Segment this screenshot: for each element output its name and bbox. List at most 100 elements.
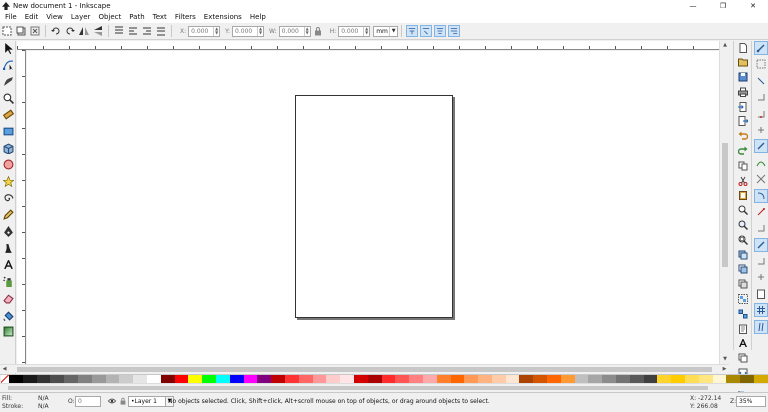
color-swatch[interactable] — [133, 375, 147, 383]
eye-icon[interactable] — [108, 397, 116, 405]
zoom-page-button[interactable] — [736, 233, 750, 246]
menu-path[interactable]: Path — [125, 13, 148, 21]
drawing-canvas[interactable] — [27, 51, 719, 364]
snap-bbox-corners-toggle[interactable] — [754, 90, 768, 104]
color-swatch[interactable] — [560, 375, 575, 383]
layers-button[interactable] — [736, 352, 750, 365]
tweak-tool[interactable] — [1, 74, 15, 88]
current-layer-select[interactable]: •Layer 1 ▼ — [128, 396, 174, 407]
menu-extensions[interactable]: Extensions — [200, 13, 246, 21]
snap-intersections-toggle[interactable] — [754, 172, 768, 186]
color-swatch[interactable] — [726, 375, 741, 383]
color-swatch[interactable] — [409, 375, 423, 383]
lower-to-bottom-button[interactable] — [155, 25, 167, 37]
flip-horizontal-button[interactable] — [78, 25, 90, 37]
color-swatch[interactable] — [271, 375, 285, 383]
color-swatch[interactable] — [533, 375, 548, 383]
pencil-tool[interactable] — [1, 208, 15, 222]
menu-edit[interactable]: Edit — [21, 13, 43, 21]
color-swatch[interactable] — [146, 375, 161, 383]
transform-patterns-toggle[interactable] — [448, 25, 461, 37]
document-page[interactable] — [295, 95, 453, 318]
zoom-drawing-button[interactable] — [736, 219, 750, 232]
no-paint-swatch[interactable] — [1, 375, 9, 383]
color-swatch[interactable] — [450, 375, 465, 383]
flip-vertical-button[interactable] — [92, 25, 104, 37]
scroll-down-icon[interactable]: ▼ — [720, 355, 730, 364]
snap-bbox-edges-toggle[interactable] — [754, 74, 768, 88]
menu-text[interactable]: Text — [149, 13, 171, 21]
horizontal-scroll-thumb[interactable] — [17, 367, 712, 372]
group-button[interactable] — [736, 293, 750, 306]
scroll-right-icon[interactable]: ▶ — [720, 365, 729, 374]
color-swatch[interactable] — [685, 375, 699, 383]
color-swatch[interactable] — [215, 375, 230, 383]
rectangle-tool[interactable] — [1, 124, 15, 138]
color-swatch[interactable] — [91, 375, 106, 383]
rotate-cw-button[interactable] — [64, 25, 76, 37]
raise-to-top-button[interactable] — [113, 25, 125, 37]
export-button[interactable] — [736, 115, 750, 128]
color-swatch[interactable] — [547, 375, 561, 383]
color-swatch[interactable] — [22, 375, 37, 383]
color-swatch[interactable] — [105, 375, 120, 383]
opacity-input[interactable]: 0 — [75, 396, 101, 407]
color-swatch[interactable] — [712, 375, 727, 383]
color-swatch[interactable] — [36, 375, 51, 383]
y-input[interactable]: 0.000 ▲ ▼ — [232, 25, 265, 37]
pen-tool[interactable] — [1, 225, 15, 239]
x-input[interactable]: 0.000 ▲ ▼ — [188, 25, 221, 37]
color-swatch[interactable] — [505, 375, 520, 383]
scroll-up-icon[interactable]: ▲ — [720, 41, 730, 50]
horizontal-ruler[interactable] — [17, 41, 723, 50]
star-tool[interactable] — [1, 175, 15, 189]
color-swatch[interactable] — [395, 375, 410, 383]
menu-object[interactable]: Object — [94, 13, 125, 21]
snap-guides-toggle[interactable] — [754, 319, 768, 334]
snap-bbox-midpoints-toggle[interactable] — [754, 107, 768, 121]
color-swatch[interactable] — [381, 375, 396, 383]
close-button[interactable]: ✕ — [738, 0, 768, 11]
calligraphy-tool[interactable] — [1, 241, 15, 255]
zoom-selection-button[interactable] — [736, 204, 750, 217]
snap-grid-toggle[interactable] — [754, 303, 768, 318]
text-font-button[interactable] — [736, 337, 750, 350]
color-swatch[interactable] — [698, 375, 713, 383]
color-swatch[interactable] — [616, 375, 630, 383]
color-swatch[interactable] — [298, 375, 313, 383]
color-swatch[interactable] — [588, 375, 603, 383]
vertical-ruler[interactable] — [17, 50, 26, 364]
clone-button[interactable] — [736, 263, 750, 276]
color-swatch[interactable] — [602, 375, 617, 383]
scale-corners-toggle[interactable] — [420, 25, 433, 37]
redo-button[interactable] — [736, 145, 750, 158]
snap-object-midpoints-toggle[interactable] — [754, 237, 768, 252]
measure-tool[interactable] — [1, 108, 15, 122]
color-swatch[interactable] — [340, 375, 354, 383]
color-swatch[interactable] — [229, 375, 244, 383]
snap-smooth-nodes-toggle[interactable] — [754, 205, 768, 219]
save-button[interactable] — [736, 71, 750, 84]
color-swatch[interactable] — [464, 375, 479, 383]
scroll-left-icon[interactable]: ◀ — [0, 365, 9, 374]
color-swatch[interactable] — [519, 375, 534, 383]
color-swatch[interactable] — [284, 375, 299, 383]
color-swatch[interactable] — [77, 375, 92, 383]
color-swatch[interactable] — [119, 375, 134, 383]
selector-tool[interactable] — [1, 41, 15, 55]
height-stepper[interactable]: ▲ ▼ — [363, 26, 369, 36]
unlink-clone-button[interactable] — [736, 278, 750, 291]
palette-scroll-thumb[interactable] — [8, 386, 708, 390]
zoom-input[interactable]: 35% — [736, 396, 766, 407]
raise-button[interactable] — [127, 25, 139, 37]
print-button[interactable] — [736, 85, 750, 98]
color-swatch[interactable] — [243, 375, 258, 383]
color-swatch[interactable] — [257, 375, 272, 383]
import-button[interactable] — [736, 100, 750, 113]
rotate-ccw-button[interactable] — [50, 25, 62, 37]
snap-cusp-nodes-toggle[interactable] — [754, 188, 768, 203]
menu-file[interactable]: File — [1, 13, 21, 21]
menu-filters[interactable]: Filters — [171, 13, 200, 21]
fill-indicator[interactable]: N/A — [38, 395, 49, 402]
color-swatch[interactable] — [64, 375, 78, 383]
